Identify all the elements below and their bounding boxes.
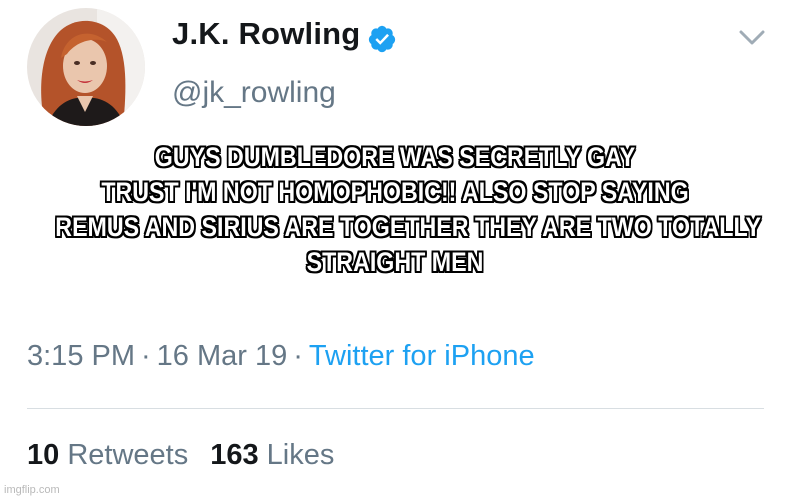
watermark: imgflip.com: [4, 484, 60, 496]
avatar-image: [27, 8, 145, 126]
tweet-card: J.K. Rowling @jk_rowling GUYS DUMBLEDORE…: [0, 0, 790, 500]
tweet-time[interactable]: 3:15 PM: [27, 340, 135, 372]
retweets-count: 10: [27, 439, 60, 471]
likes-count: 163: [210, 439, 259, 471]
verified-badge-icon: [368, 25, 396, 53]
caption-line: REMUS AND SIRIUS ARE TOGETHER THEY ARE T…: [55, 212, 761, 242]
caption-line: TRUST I'M NOT HOMOPHOBIC!! ALSO STOP SAY…: [101, 177, 689, 207]
handle[interactable]: @jk_rowling: [172, 76, 336, 110]
chevron-down-icon[interactable]: [737, 29, 767, 47]
retweets-label: Retweets: [67, 439, 189, 471]
meta-separator: ·: [293, 340, 303, 372]
retweets-stat[interactable]: 10 Retweets: [27, 439, 188, 471]
tweet-date[interactable]: 16 Mar 19: [157, 340, 288, 372]
likes-stat[interactable]: 163 Likes: [210, 439, 334, 471]
tweet-meta: 3:15 PM · 16 Mar 19 · Twitter for iPhone: [27, 340, 535, 373]
caption-line: STRAIGHT MEN: [306, 247, 484, 277]
caption-line: GUYS DUMBLEDORE WAS SECRETLY GAY: [154, 142, 636, 172]
likes-label: Likes: [266, 439, 335, 471]
avatar[interactable]: [27, 8, 145, 126]
tweet-stats: 10 Retweets 163 Likes: [27, 439, 334, 472]
meta-separator: ·: [141, 340, 151, 372]
display-name[interactable]: J.K. Rowling: [172, 16, 360, 52]
divider: [27, 408, 764, 409]
tweet-source-link[interactable]: Twitter for iPhone: [309, 340, 535, 372]
meme-caption: GUYS DUMBLEDORE WAS SECRETLY GAY TRUST I…: [55, 140, 761, 280]
